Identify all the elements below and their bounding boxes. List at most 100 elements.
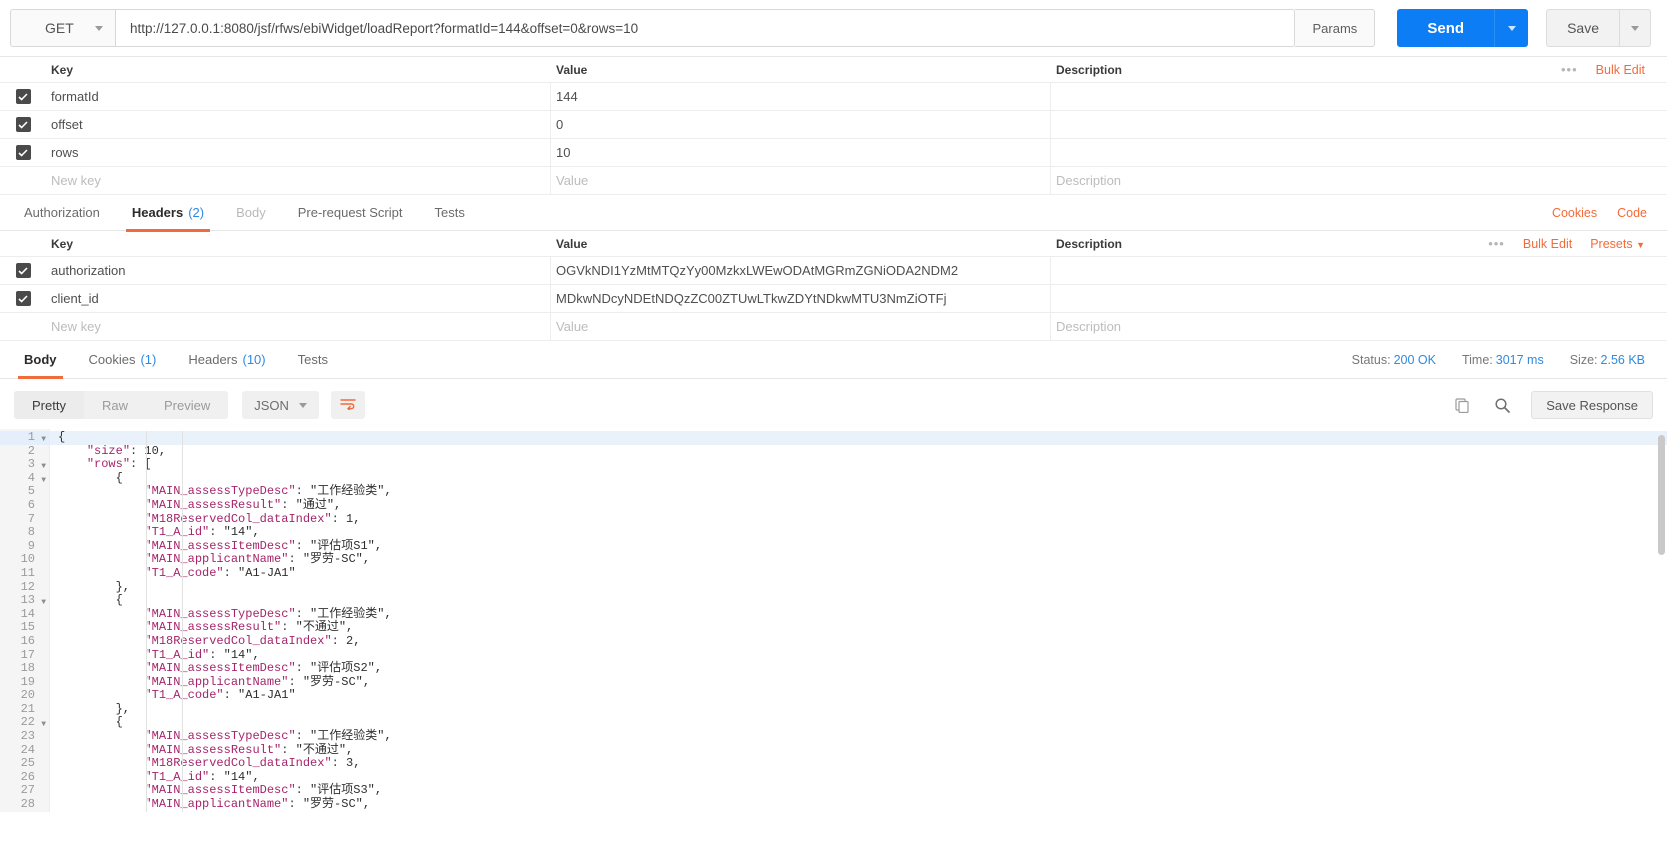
- line-number: 9: [27, 538, 35, 553]
- headers-new-description-input[interactable]: Description: [1051, 313, 1667, 340]
- response-format-label: JSON: [254, 397, 289, 413]
- save-options-button[interactable]: [1619, 9, 1651, 47]
- response-body-code[interactable]: { "size": 10, "rows": [ { "MAIN_assessTy…: [50, 429, 1667, 812]
- line-number: 18: [20, 661, 35, 676]
- params-new-key-input[interactable]: New key: [46, 167, 551, 194]
- size-label: Size:: [1569, 352, 1598, 367]
- view-mode-raw[interactable]: Raw: [84, 391, 146, 419]
- tab-body[interactable]: Body: [220, 195, 282, 231]
- tab-label: Body: [24, 352, 57, 367]
- params-new-value-input[interactable]: Value: [551, 167, 1051, 194]
- headers-row-checkbox[interactable]: [0, 291, 46, 306]
- send-button[interactable]: Send: [1397, 9, 1495, 47]
- view-mode-pretty[interactable]: Pretty: [14, 391, 84, 419]
- params-col-value: Value: [556, 62, 588, 77]
- table-row[interactable]: rows 10: [0, 139, 1667, 167]
- code-line: "M18ReservedCol_dataIndex": 1,: [144, 511, 361, 526]
- tab-label: Tests: [434, 205, 465, 220]
- code-line: "T1_A_code": "A1-JA1": [144, 688, 296, 703]
- table-row[interactable]: offset 0: [0, 111, 1667, 139]
- headers-more-options-icon[interactable]: •••: [1488, 236, 1505, 251]
- chevron-down-icon: [1507, 25, 1516, 31]
- view-mode-preview[interactable]: Preview: [146, 391, 228, 419]
- response-body-viewer[interactable]: 1 ▼ 2 3 ▼ 4 ▼ 5 6 7 8 9 10 11 12 13 ▼ 14 15 16 17 18 19 20 21 22 ▼…: [0, 429, 1667, 812]
- params-description-cell[interactable]: [1051, 111, 1667, 138]
- table-row[interactable]: formatId 144: [0, 83, 1667, 111]
- code-line: "rows": [: [86, 457, 152, 472]
- save-button[interactable]: Save: [1546, 9, 1619, 47]
- headers-description-cell[interactable]: [1051, 285, 1667, 312]
- response-format-select[interactable]: JSON: [242, 391, 319, 419]
- word-wrap-toggle[interactable]: [330, 391, 365, 419]
- headers-value-cell[interactable]: MDkwNDcyNDEtNDQzZC00ZTUwLTkwZDYtNDkwMTU3…: [551, 285, 1051, 312]
- line-number: 3 ▼: [0, 458, 49, 472]
- size-badge: Size: 2.56 KB: [1570, 353, 1645, 367]
- tab-tests[interactable]: Tests: [419, 195, 481, 231]
- line-number: 16: [20, 633, 35, 648]
- tab-response-cookies[interactable]: Cookies (1): [73, 342, 173, 378]
- headers-col-value: Value: [556, 236, 588, 251]
- cookies-link[interactable]: Cookies: [1552, 206, 1597, 220]
- url-input[interactable]: http://127.0.0.1:8080/jsf/rfws/ebiWidget…: [115, 9, 1296, 47]
- code-link[interactable]: Code: [1617, 206, 1647, 220]
- params-new-row[interactable]: New key Value Description: [0, 167, 1667, 195]
- params-bulk-edit-link[interactable]: Bulk Edit: [1596, 63, 1645, 77]
- time-label: Time:: [1461, 352, 1493, 367]
- headers-row-checkbox[interactable]: [0, 263, 46, 278]
- headers-new-key-input[interactable]: New key: [46, 313, 551, 340]
- code-line: "M18ReservedCol_dataIndex": 2,: [144, 633, 361, 648]
- table-row[interactable]: authorization OGVkNDI1YzMtMTQzYy00MzkxLW…: [0, 257, 1667, 285]
- size-value: 2.56 KB: [1600, 352, 1645, 367]
- line-number: 24: [20, 742, 35, 757]
- tab-pre-request-script[interactable]: Pre-request Script: [282, 195, 419, 231]
- code-line: "MAIN_assessResult": "不通过",: [144, 742, 354, 757]
- params-value-cell[interactable]: 144: [551, 83, 1051, 110]
- copy-icon[interactable]: [1451, 394, 1473, 416]
- checkbox-checked-icon: [15, 117, 31, 132]
- line-number: 8: [27, 525, 35, 540]
- headers-key-cell[interactable]: client_id: [46, 285, 551, 312]
- table-row[interactable]: client_id MDkwNDcyNDEtNDQzZC00ZTUwLTkwZD…: [0, 285, 1667, 313]
- params-new-description-input[interactable]: Description: [1051, 167, 1667, 194]
- tab-response-body[interactable]: Body: [8, 342, 73, 379]
- response-view-mode-group: Pretty Raw Preview: [14, 391, 229, 419]
- params-value-cell[interactable]: 10: [551, 139, 1051, 166]
- time-value: 3017 ms: [1495, 352, 1544, 367]
- headers-bulk-edit-link[interactable]: Bulk Edit: [1523, 237, 1572, 251]
- params-value-cell[interactable]: 0: [551, 111, 1051, 138]
- params-key-cell[interactable]: offset: [46, 111, 551, 138]
- params-row-checkbox[interactable]: [0, 89, 46, 104]
- params-col-description: Description: [1056, 62, 1123, 77]
- params-key-cell[interactable]: formatId: [46, 83, 551, 110]
- params-button[interactable]: Params: [1295, 9, 1376, 47]
- headers-value-cell[interactable]: OGVkNDI1YzMtMTQzYy00MzkxLWEwODAtMGRmZGNi…: [551, 257, 1051, 284]
- params-more-options-icon[interactable]: •••: [1561, 62, 1578, 77]
- params-description-cell[interactable]: [1051, 83, 1667, 110]
- tab-authorization[interactable]: Authorization: [8, 195, 116, 231]
- code-line: {: [58, 593, 123, 608]
- search-icon[interactable]: [1491, 394, 1513, 416]
- vertical-scrollbar[interactable]: [1658, 435, 1665, 555]
- params-key-cell[interactable]: rows: [46, 139, 551, 166]
- headers-new-row[interactable]: New key Value Description: [0, 313, 1667, 341]
- headers-new-value-input[interactable]: Value: [551, 313, 1051, 340]
- tab-headers[interactable]: Headers (2): [116, 195, 220, 232]
- response-tab-bar: Body Cookies (1) Headers (10) Tests Stat…: [0, 341, 1667, 379]
- headers-key-cell[interactable]: authorization: [46, 257, 551, 284]
- tab-response-headers[interactable]: Headers (10): [172, 342, 281, 378]
- chevron-down-icon: ▼: [1636, 239, 1645, 250]
- params-description-cell[interactable]: [1051, 139, 1667, 166]
- http-method-select[interactable]: GET: [10, 9, 115, 47]
- headers-description-cell[interactable]: [1051, 257, 1667, 284]
- line-number: 19: [20, 674, 35, 689]
- params-row-checkbox[interactable]: [0, 117, 46, 132]
- code-line: "MAIN_assessItemDesc": "评估项S2",: [144, 661, 383, 676]
- params-row-checkbox[interactable]: [0, 145, 46, 160]
- send-options-button[interactable]: [1494, 9, 1529, 47]
- params-table-header: Key Value Description ••• Bulk Edit: [0, 57, 1667, 83]
- tab-response-tests[interactable]: Tests: [282, 342, 344, 378]
- code-line: },: [58, 579, 131, 594]
- save-response-button[interactable]: Save Response: [1531, 391, 1653, 419]
- tab-label: Headers: [188, 352, 238, 367]
- headers-presets-dropdown[interactable]: Presets ▼: [1590, 237, 1645, 251]
